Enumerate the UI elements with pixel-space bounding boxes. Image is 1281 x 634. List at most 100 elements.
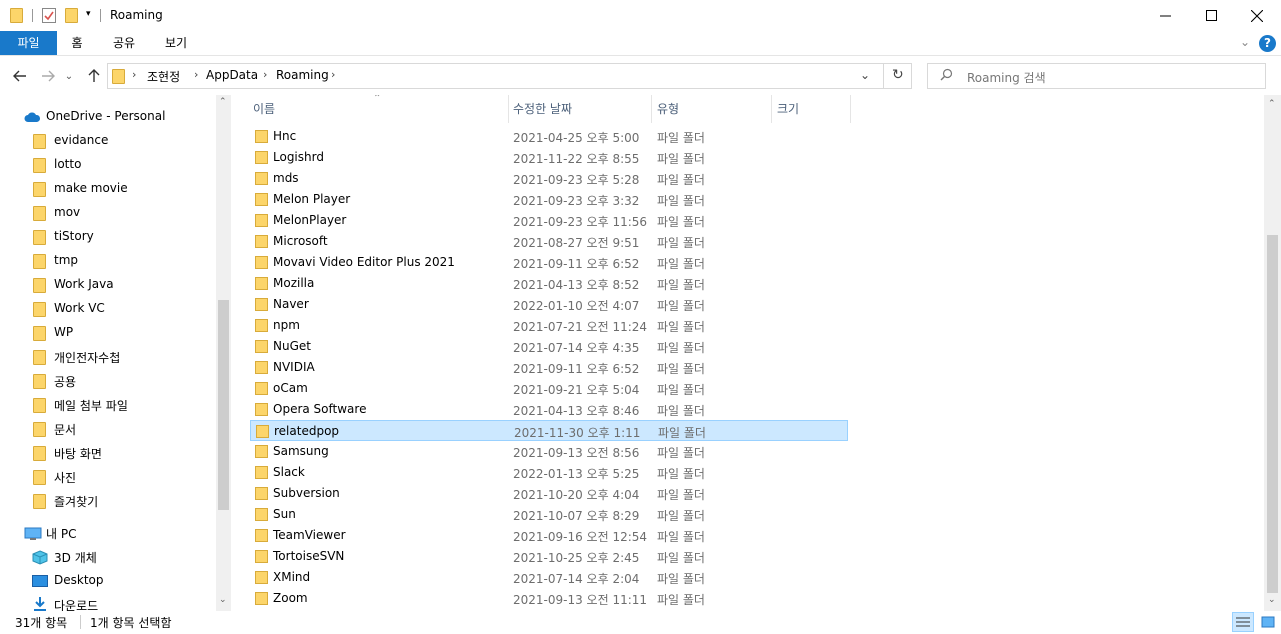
file-date: 2021-11-30 오후 1:11: [514, 426, 641, 440]
refresh-icon[interactable]: ↻: [892, 67, 904, 83]
table-row[interactable]: oCam 2021-09-21 오후 5:04 파일 폴더: [250, 378, 848, 399]
content-scrollbar[interactable]: ⌃ ⌄: [1264, 95, 1281, 611]
table-row[interactable]: Samsung 2021-09-13 오전 8:56 파일 폴더: [250, 441, 848, 462]
chevron-right-icon[interactable]: ›: [132, 68, 136, 81]
scroll-down-icon[interactable]: ⌄: [1268, 595, 1276, 605]
table-row[interactable]: TeamViewer 2021-09-16 오전 12:54 파일 폴더: [250, 525, 848, 546]
table-row[interactable]: Melon Player 2021-09-23 오후 3:32 파일 폴더: [250, 189, 848, 210]
table-row[interactable]: Mozilla 2021-04-13 오후 8:52 파일 폴더: [250, 273, 848, 294]
column-header-size[interactable]: 크기: [777, 95, 799, 123]
nav-folder-item[interactable]: 즐겨찾기: [0, 489, 214, 513]
chevron-right-icon[interactable]: ›: [194, 68, 198, 81]
scroll-up-icon[interactable]: ⌃: [1268, 99, 1276, 109]
column-separator[interactable]: [850, 95, 851, 123]
scroll-down-icon[interactable]: ⌄: [219, 595, 227, 605]
table-row[interactable]: NuGet 2021-07-14 오후 4:35 파일 폴더: [250, 336, 848, 357]
chevron-right-icon[interactable]: ›: [331, 68, 335, 81]
nav-scrollbar[interactable]: ⌃ ⌄: [216, 95, 231, 611]
tab-file[interactable]: 파일: [0, 31, 57, 55]
search-input[interactable]: Roaming 검색: [967, 69, 1046, 86]
table-row[interactable]: mds 2021-09-23 오후 5:28 파일 폴더: [250, 168, 848, 189]
nav-scrollbar-thumb[interactable]: [218, 300, 229, 510]
column-header-name[interactable]: 이름: [253, 95, 275, 123]
table-row[interactable]: Hnc 2021-04-25 오후 5:00 파일 폴더: [250, 126, 848, 147]
scroll-up-icon[interactable]: ⌃: [219, 97, 227, 107]
recent-locations-icon[interactable]: ⌄: [62, 65, 76, 87]
column-header-date[interactable]: 수정한 날짜: [513, 95, 572, 123]
nav-folder-item[interactable]: 바탕 화면: [0, 441, 214, 465]
table-row[interactable]: Microsoft 2021-08-27 오전 9:51 파일 폴더: [250, 231, 848, 252]
table-row[interactable]: TortoiseSVN 2021-10-25 오후 2:45 파일 폴더: [250, 546, 848, 567]
maximize-button[interactable]: [1188, 0, 1234, 31]
new-folder-icon[interactable]: [65, 8, 78, 23]
nav-3d-objects[interactable]: 3D 개체: [0, 545, 214, 569]
breadcrumb-roaming[interactable]: Roaming: [276, 68, 329, 82]
column-header-type[interactable]: 유형: [657, 95, 679, 123]
nav-downloads[interactable]: 다운로드: [0, 593, 214, 611]
nav-folder-item[interactable]: 문서: [0, 417, 214, 441]
table-row[interactable]: Sun 2021-10-07 오후 8:29 파일 폴더: [250, 504, 848, 525]
properties-icon[interactable]: [42, 8, 56, 23]
column-separator[interactable]: [771, 95, 772, 123]
folder-icon: [255, 529, 268, 542]
nav-folder-item[interactable]: 공용: [0, 369, 214, 393]
table-row[interactable]: XMind 2021-07-14 오후 2:04 파일 폴더: [250, 567, 848, 588]
table-row[interactable]: Opera Software 2021-04-13 오후 8:46 파일 폴더: [250, 399, 848, 420]
nav-folder-item[interactable]: Work VC: [0, 297, 214, 321]
file-name: TortoiseSVN: [273, 549, 345, 563]
customize-quick-access-icon[interactable]: ▾: [86, 9, 91, 19]
search-box[interactable]: Roaming 검색: [927, 63, 1266, 89]
nav-folder-item[interactable]: 메일 첨부 파일: [0, 393, 214, 417]
nav-folder-item[interactable]: lotto: [0, 153, 214, 177]
table-row[interactable]: Logishrd 2021-11-22 오후 8:55 파일 폴더: [250, 147, 848, 168]
file-type: 파일 폴더: [658, 426, 706, 440]
chevron-right-icon[interactable]: ›: [263, 68, 267, 81]
sort-ascending-icon: ⌃: [373, 95, 382, 104]
tab-view[interactable]: 보기: [156, 31, 196, 55]
table-row[interactable]: relatedpop 2021-11-30 오후 1:11 파일 폴더: [250, 420, 848, 441]
breadcrumb-appdata[interactable]: AppData: [206, 68, 258, 82]
folder-icon: [33, 398, 46, 413]
table-row[interactable]: Subversion 2021-10-20 오후 4:04 파일 폴더: [250, 483, 848, 504]
nav-folder-item[interactable]: make movie: [0, 177, 214, 201]
expand-ribbon-icon[interactable]: ⌄: [1240, 35, 1250, 49]
back-button[interactable]: [9, 65, 31, 87]
table-row[interactable]: Naver 2022-01-10 오전 4:07 파일 폴더: [250, 294, 848, 315]
nav-this-pc[interactable]: 내 PC: [0, 521, 214, 545]
large-icons-view-icon[interactable]: [1259, 614, 1277, 630]
nav-folder-item[interactable]: Work Java: [0, 273, 214, 297]
table-row[interactable]: NVIDIA 2021-09-11 오후 6:52 파일 폴더: [250, 357, 848, 378]
folder-icon: [255, 214, 268, 227]
forward-button[interactable]: [37, 65, 59, 87]
address-bar[interactable]: › 조현정 › AppData › Roaming › ⌄ ↻: [107, 63, 912, 89]
table-row[interactable]: Slack 2022-01-13 오후 5:25 파일 폴더: [250, 462, 848, 483]
up-button[interactable]: [83, 65, 105, 87]
help-icon[interactable]: ?: [1259, 35, 1276, 52]
column-separator[interactable]: [508, 95, 509, 123]
content-scrollbar-thumb[interactable]: [1267, 235, 1278, 593]
column-separator[interactable]: [651, 95, 652, 123]
separator: [883, 64, 884, 88]
nav-this-pc-label: 내 PC: [46, 527, 77, 541]
nav-folder-item[interactable]: evidance: [0, 129, 214, 153]
table-row[interactable]: Movavi Video Editor Plus 2021 2021-09-11 …: [250, 252, 848, 273]
breadcrumb-user[interactable]: 조현정: [147, 68, 180, 85]
tab-share[interactable]: 공유: [104, 31, 144, 55]
nav-folder-item[interactable]: mov: [0, 201, 214, 225]
file-date: 2022-01-10 오전 4:07: [513, 299, 640, 313]
nav-desktop[interactable]: Desktop: [0, 569, 214, 593]
nav-folder-item[interactable]: tiStory: [0, 225, 214, 249]
table-row[interactable]: npm 2021-07-21 오전 11:24 파일 폴더: [250, 315, 848, 336]
minimize-button[interactable]: [1142, 0, 1188, 31]
nav-folder-item[interactable]: tmp: [0, 249, 214, 273]
close-button[interactable]: [1234, 0, 1280, 31]
nav-folder-item[interactable]: 개인전자수첩: [0, 345, 214, 369]
nav-folder-item[interactable]: 사진: [0, 465, 214, 489]
table-row[interactable]: Zoom 2021-09-13 오전 11:11 파일 폴더: [250, 588, 848, 609]
tab-home[interactable]: 홈: [60, 31, 94, 55]
nav-onedrive[interactable]: OneDrive - Personal: [0, 105, 214, 129]
details-view-icon[interactable]: [1232, 612, 1254, 632]
nav-folder-item[interactable]: WP: [0, 321, 214, 345]
table-row[interactable]: MelonPlayer 2021-09-23 오후 11:56 파일 폴더: [250, 210, 848, 231]
address-dropdown-icon[interactable]: ⌄: [860, 68, 870, 82]
